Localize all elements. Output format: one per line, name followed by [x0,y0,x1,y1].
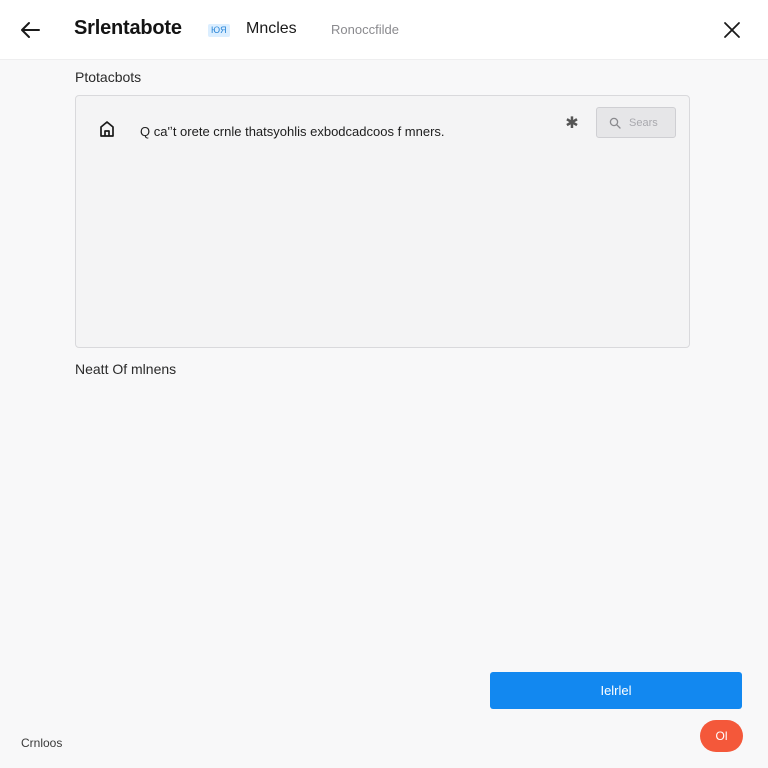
close-icon [724,22,740,38]
footer-link[interactable]: Crnloos [21,736,62,750]
results-panel: Q ca'ʼt orete crnle thatsyohlis exbodcad… [75,95,690,348]
top-bar: Srlentabote ЮЯ Mncles Ronoccfilde [0,0,768,60]
title-badge: ЮЯ [208,24,230,37]
search-icon [609,117,621,129]
back-button[interactable] [14,16,46,44]
search-input[interactable] [629,116,669,129]
primary-button[interactable]: Ielrlel [490,672,742,709]
item-message: Q ca'ʼt orete crnle thatsyohlis exbodcad… [140,124,445,139]
arrow-left-icon [21,22,40,38]
tab-secondary[interactable]: Ronoccfilde [331,22,399,37]
home-icon [98,120,116,138]
ok-button[interactable]: Ol [700,720,743,752]
close-button[interactable] [716,14,748,46]
tab-active[interactable]: Mncles [246,20,297,38]
star-icon[interactable]: ✱ [562,114,582,134]
page-title: Srlentabote [74,17,182,39]
section-heading-2: Neatt Of mlnens [75,361,177,377]
search-field[interactable] [596,107,676,138]
section-heading: Ptotacbots [75,69,142,85]
